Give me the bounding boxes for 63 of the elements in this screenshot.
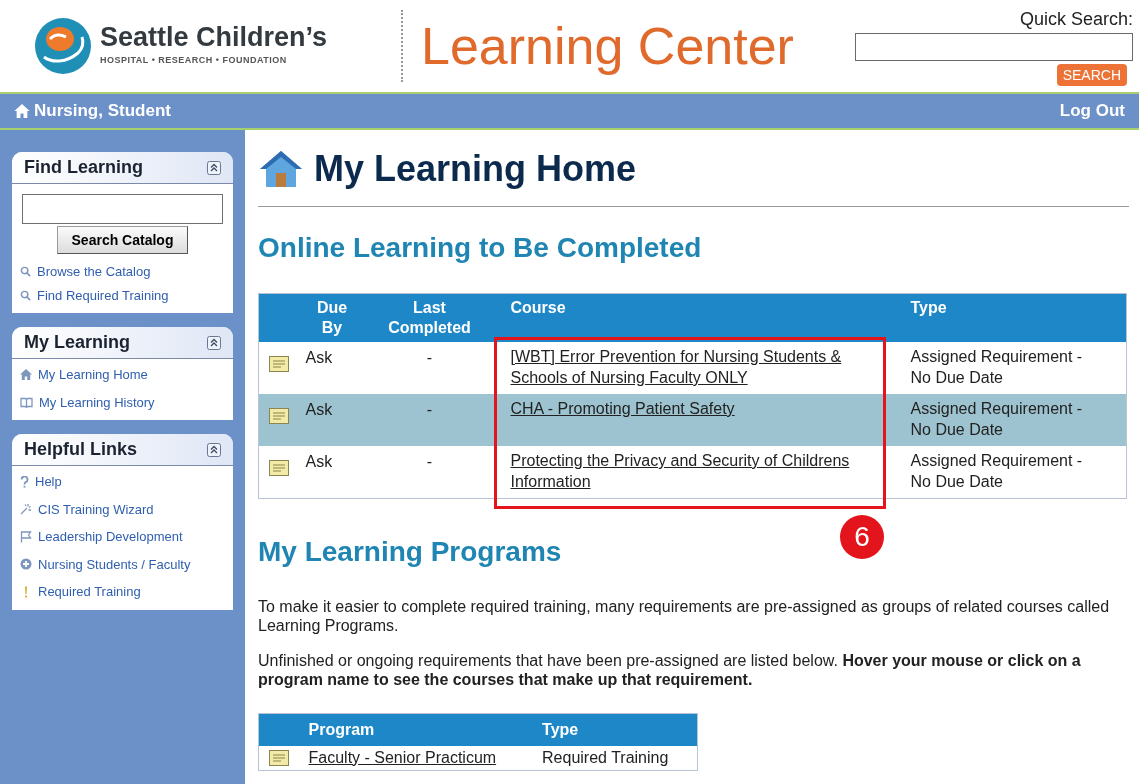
- column-header: Type: [538, 713, 698, 746]
- note-paragraph: Unfinished or ongoing requirements that have been pre-assigned are listed below. Hover your mouse or click on a program name to see the courses that make up that requirement.: [258, 650, 1082, 689]
- document-icon: [269, 460, 289, 476]
- collapse-icon[interactable]: [207, 335, 221, 350]
- search-icon: [20, 266, 31, 278]
- sidebar-link[interactable]: My Learning Home: [38, 365, 148, 385]
- sidebar-link[interactable]: My Learning History: [39, 392, 155, 412]
- search-icon: [20, 289, 31, 301]
- callout-number: 6: [840, 515, 884, 559]
- logo-icon: [34, 17, 92, 75]
- program-link[interactable]: Faculty - Senior Practicum: [308, 748, 497, 766]
- sidebar-link[interactable]: Help: [35, 472, 62, 492]
- column-header: Program: [304, 713, 539, 746]
- table-cell: Ask: [305, 394, 359, 446]
- table-cell: Ask: [305, 342, 359, 394]
- document-icon: [269, 356, 289, 372]
- table-cell: Assigned Requirement - No Due Date: [900, 394, 1127, 446]
- search-catalog-button[interactable]: Search Catalog: [56, 226, 189, 254]
- help-icon: [20, 475, 29, 488]
- panel-title: Find Learning: [24, 156, 143, 179]
- home-icon: [14, 104, 30, 118]
- wand-icon: [20, 503, 32, 516]
- sidebar-link[interactable]: Nursing Students / Faculty: [38, 554, 191, 574]
- panel-title: My Learning: [24, 331, 130, 354]
- panel-title: Helpful Links: [24, 438, 137, 461]
- house-icon: [258, 149, 304, 189]
- table-cell: Assigned Requirement - No Due Date: [900, 446, 1127, 498]
- flag-icon: [20, 530, 32, 543]
- sidebar-link[interactable]: Browse the Catalog: [37, 262, 151, 282]
- sidebar-link[interactable]: Find Required Training: [37, 285, 169, 305]
- course-link[interactable]: [WBT] Error Prevention for Nursing Students & Schools of Nursing Faculty ONLY: [510, 346, 885, 388]
- organization-name: Seattle Children’s: [100, 24, 328, 52]
- column-header: Last Completed: [358, 293, 501, 342]
- table-cell: Ask: [305, 446, 359, 498]
- collapse-icon[interactable]: [207, 160, 221, 175]
- table-cell: -: [358, 446, 501, 498]
- course-link[interactable]: Protecting the Privacy and Security of Childrens Information: [510, 450, 885, 492]
- page-title: My Learning Home: [314, 147, 637, 191]
- column-header: Course: [500, 293, 901, 342]
- table-cell: Required Training: [538, 745, 698, 770]
- plus-circle-icon: [20, 558, 32, 571]
- table-cell: -: [358, 394, 501, 446]
- course-link[interactable]: CHA - Promoting Patient Safety: [510, 398, 885, 419]
- intro-paragraph: To make it easier to complete required training, many requirements are pre-assigned as groups of related courses called Learning Programs.: [258, 596, 1111, 635]
- document-icon: [269, 408, 289, 424]
- sidebar-link[interactable]: CIS Training Wizard: [38, 499, 154, 519]
- column-header: Due By: [305, 293, 359, 342]
- document-icon: [269, 749, 289, 766]
- section-heading: My Learning Programs: [258, 534, 562, 569]
- section-heading: Online Learning to Be Completed: [258, 231, 703, 265]
- house-icon: [20, 369, 32, 381]
- quick-search-label: Quick Search:: [1019, 8, 1133, 31]
- table-cell: Assigned Requirement - No Due Date: [900, 342, 1127, 394]
- sidebar-link[interactable]: Leadership Development: [38, 527, 183, 547]
- user-name: Nursing, Student: [34, 100, 171, 123]
- sidebar-link[interactable]: Required Training: [38, 582, 141, 602]
- book-icon: [20, 396, 33, 408]
- column-header: Type: [900, 293, 1127, 342]
- organization-tagline: HOSPITAL • RESEARCH • FOUNDATION: [100, 54, 288, 68]
- catalog-search-field[interactable]: [22, 194, 223, 224]
- collapse-icon[interactable]: [207, 442, 221, 457]
- quick-search-field[interactable]: [855, 33, 1133, 61]
- table-cell: -: [358, 342, 501, 394]
